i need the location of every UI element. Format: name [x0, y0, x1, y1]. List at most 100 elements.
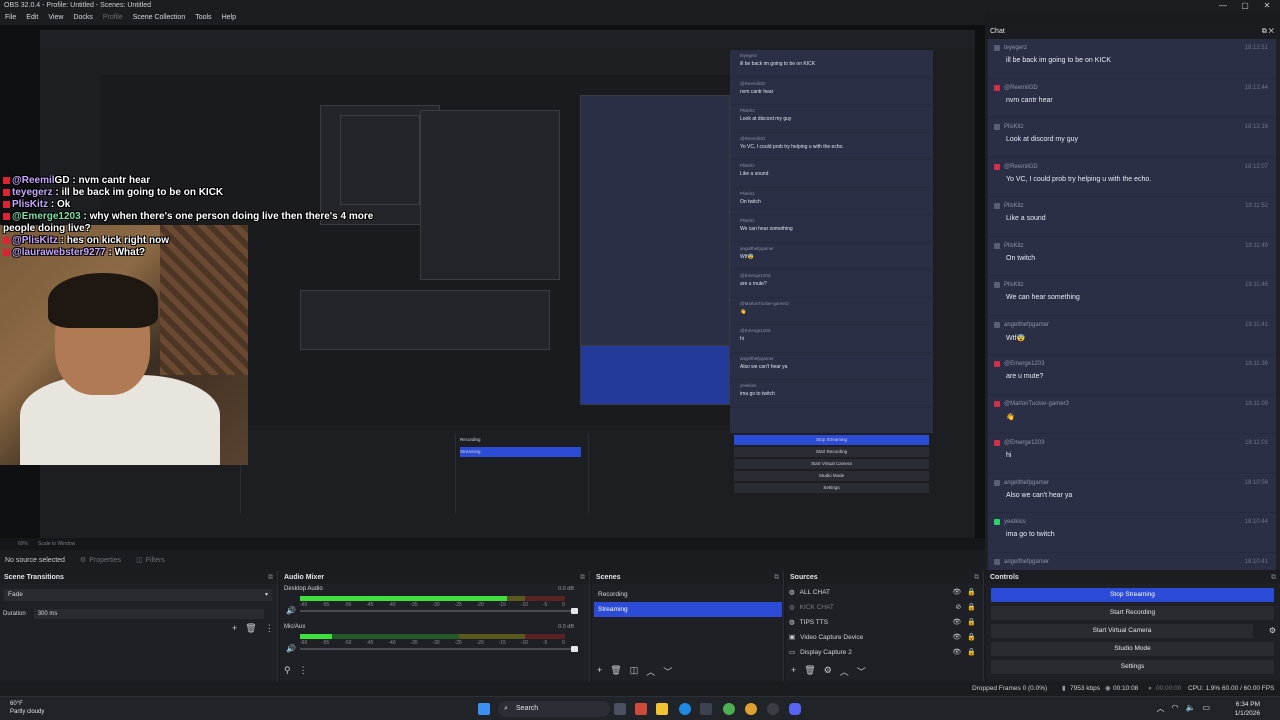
- menu-tools[interactable]: Tools: [195, 11, 211, 25]
- slider-knob[interactable]: [571, 646, 578, 652]
- speaker-icon[interactable]: 🔊: [286, 644, 296, 653]
- trash-icon[interactable]: 🗑: [245, 623, 256, 634]
- menu-scene-collection[interactable]: Scene Collection: [133, 11, 186, 25]
- menu-edit[interactable]: Edit: [26, 11, 38, 25]
- volume-slider[interactable]: [300, 646, 578, 652]
- speaker-icon[interactable]: 🔊: [286, 606, 296, 615]
- source-item[interactable]: ◍ TIPS TTS 👁 🔒: [786, 615, 982, 630]
- add-icon[interactable]: +: [597, 665, 602, 678]
- dock-popout-icon[interactable]: ⧉: [580, 571, 585, 584]
- chat-text: ima go to twitch: [1006, 531, 1055, 538]
- chrome-icon[interactable]: [745, 703, 757, 715]
- weather-widget[interactable]: 60°F Partly cloudy: [10, 700, 44, 716]
- chat-user-row: @Emerge1203: [994, 440, 1266, 446]
- taskbar-clock[interactable]: 6:34 PM 1/1/2026: [1235, 700, 1260, 718]
- transition-select[interactable]: Fade ▾: [4, 589, 272, 601]
- battery-icon[interactable]: ▭: [1202, 703, 1210, 714]
- minimize-button[interactable]: —: [1212, 0, 1234, 11]
- file-explorer-icon[interactable]: [656, 703, 668, 715]
- search-icon: ⌕: [504, 705, 508, 712]
- app-icon[interactable]: [635, 703, 647, 715]
- dock-popout-icon[interactable]: ⧉: [1271, 571, 1276, 584]
- lock-icon[interactable]: 🔒: [967, 645, 976, 660]
- channel-name: Desktop Audio: [284, 586, 323, 592]
- lock-icon[interactable]: 🔒: [967, 615, 976, 630]
- dock-popout-icon[interactable]: ⧉: [774, 571, 779, 584]
- chevron-up-icon[interactable]: ︿: [646, 665, 655, 678]
- chevron-down-icon[interactable]: ﹀: [857, 665, 866, 678]
- trash-icon[interactable]: 🗑: [804, 665, 815, 678]
- stream-icon: ◉: [1105, 685, 1111, 692]
- scene-item-recording[interactable]: Recording: [594, 587, 782, 602]
- chevron-up-icon[interactable]: ︿: [1156, 703, 1164, 714]
- task-view-icon[interactable]: [614, 703, 626, 715]
- filters-button[interactable]: ◫ Filters: [136, 554, 165, 568]
- virtual-camera-settings-icon[interactable]: ⚙: [1269, 626, 1276, 635]
- duration-input[interactable]: 300 ms: [33, 609, 264, 619]
- nested-chat-text: ima go to twitch: [740, 391, 775, 397]
- dock-popout-icon[interactable]: ⧉: [974, 571, 979, 584]
- dock-popout-icon[interactable]: ⧉: [268, 571, 273, 584]
- cpu-usage: CPU: 1.9%: [1188, 685, 1221, 692]
- add-icon[interactable]: +: [232, 623, 237, 634]
- menu-view[interactable]: View: [48, 11, 63, 25]
- zoom-value[interactable]: 69%: [18, 538, 28, 550]
- obs-icon[interactable]: [767, 703, 779, 715]
- properties-button[interactable]: ⚙ Properties: [80, 554, 121, 568]
- lock-icon[interactable]: 🔒: [967, 630, 976, 645]
- record-time: 00:00:00: [1156, 685, 1182, 692]
- discord-icon[interactable]: [789, 703, 801, 715]
- nested-chat-user: PlisKitz: [740, 218, 755, 223]
- close-button[interactable]: ✕: [1256, 0, 1278, 11]
- sources-toolbar: + 🗑 ⚙ ︿ ﹀: [791, 665, 866, 678]
- chevron-up-icon[interactable]: ︿: [840, 665, 849, 678]
- source-item[interactable]: ◍ ALL CHAT 👁 🔒: [786, 585, 982, 600]
- source-item[interactable]: ◍ KICK CHAT ⊘ 🔒: [786, 600, 982, 615]
- slider-knob[interactable]: [571, 608, 578, 614]
- eye-icon[interactable]: 👁: [952, 585, 961, 600]
- studio-mode-button[interactable]: Studio Mode: [991, 642, 1274, 656]
- trash-icon[interactable]: 🗑: [610, 665, 621, 678]
- taskbar-search[interactable]: ⌕ Search: [498, 701, 610, 717]
- store-icon[interactable]: [700, 703, 712, 715]
- menu-dots-icon[interactable]: ⋮: [265, 623, 274, 634]
- gear-icon[interactable]: ⚙: [824, 665, 832, 678]
- lock-icon[interactable]: 🔒: [967, 585, 976, 600]
- filter-icon[interactable]: ◫: [630, 665, 639, 678]
- settings-button[interactable]: Settings: [991, 660, 1274, 674]
- lock-icon[interactable]: 🔒: [967, 600, 976, 615]
- menu-help[interactable]: Help: [222, 11, 236, 25]
- chat-message: teyegerz 18:12:51 ill be back im going to …: [988, 39, 1276, 79]
- platform-badge-icon: [994, 84, 1000, 91]
- preview-canvas[interactable]: teyegerz ill be back im going to be on KI…: [0, 25, 985, 538]
- recursive-docks: [300, 290, 550, 350]
- maximize-button[interactable]: ▢: [1234, 0, 1256, 11]
- eye-icon[interactable]: 👁: [952, 630, 961, 645]
- eye-icon[interactable]: 👁: [952, 645, 961, 660]
- menu-profile[interactable]: Profile: [103, 11, 123, 25]
- eye-icon[interactable]: 👁: [952, 615, 961, 630]
- start-recording-button[interactable]: Start Recording: [991, 606, 1274, 620]
- chrome-icon[interactable]: [723, 703, 735, 715]
- scene-item-streaming[interactable]: Streaming: [594, 602, 782, 617]
- dock-close-icon[interactable]: ⧉ ✕: [1262, 25, 1274, 39]
- stop-streaming-button[interactable]: Stop Streaming: [991, 588, 1274, 602]
- volume-icon[interactable]: 🔈: [1185, 703, 1195, 714]
- eye-hidden-icon[interactable]: ⊘: [955, 600, 961, 615]
- chat-messages[interactable]: teyegerz 18:12:51 ill be back im going to …: [988, 39, 1276, 570]
- volume-slider[interactable]: [300, 608, 578, 614]
- menu-dots-icon[interactable]: ⋮: [299, 665, 308, 676]
- menu-file[interactable]: File: [5, 11, 16, 25]
- start-icon[interactable]: [478, 703, 490, 715]
- link-icon[interactable]: ⚲: [284, 665, 291, 676]
- edge-icon[interactable]: [679, 703, 691, 715]
- source-item[interactable]: ▣ Video Capture Device 👁 🔒: [786, 630, 982, 645]
- add-icon[interactable]: +: [791, 665, 796, 678]
- menu-docks[interactable]: Docks: [73, 11, 92, 25]
- chevron-down-icon[interactable]: ﹀: [663, 665, 672, 678]
- chat-timestamp: 18:11:52: [1245, 203, 1268, 209]
- start-virtual-camera-button[interactable]: Start Virtual Camera: [991, 624, 1253, 638]
- wifi-icon[interactable]: ◠: [1171, 703, 1178, 714]
- zoom-mode[interactable]: Scale to Window: [38, 538, 75, 550]
- source-item[interactable]: ▭ Display Capture 2 👁 🔒: [786, 645, 982, 660]
